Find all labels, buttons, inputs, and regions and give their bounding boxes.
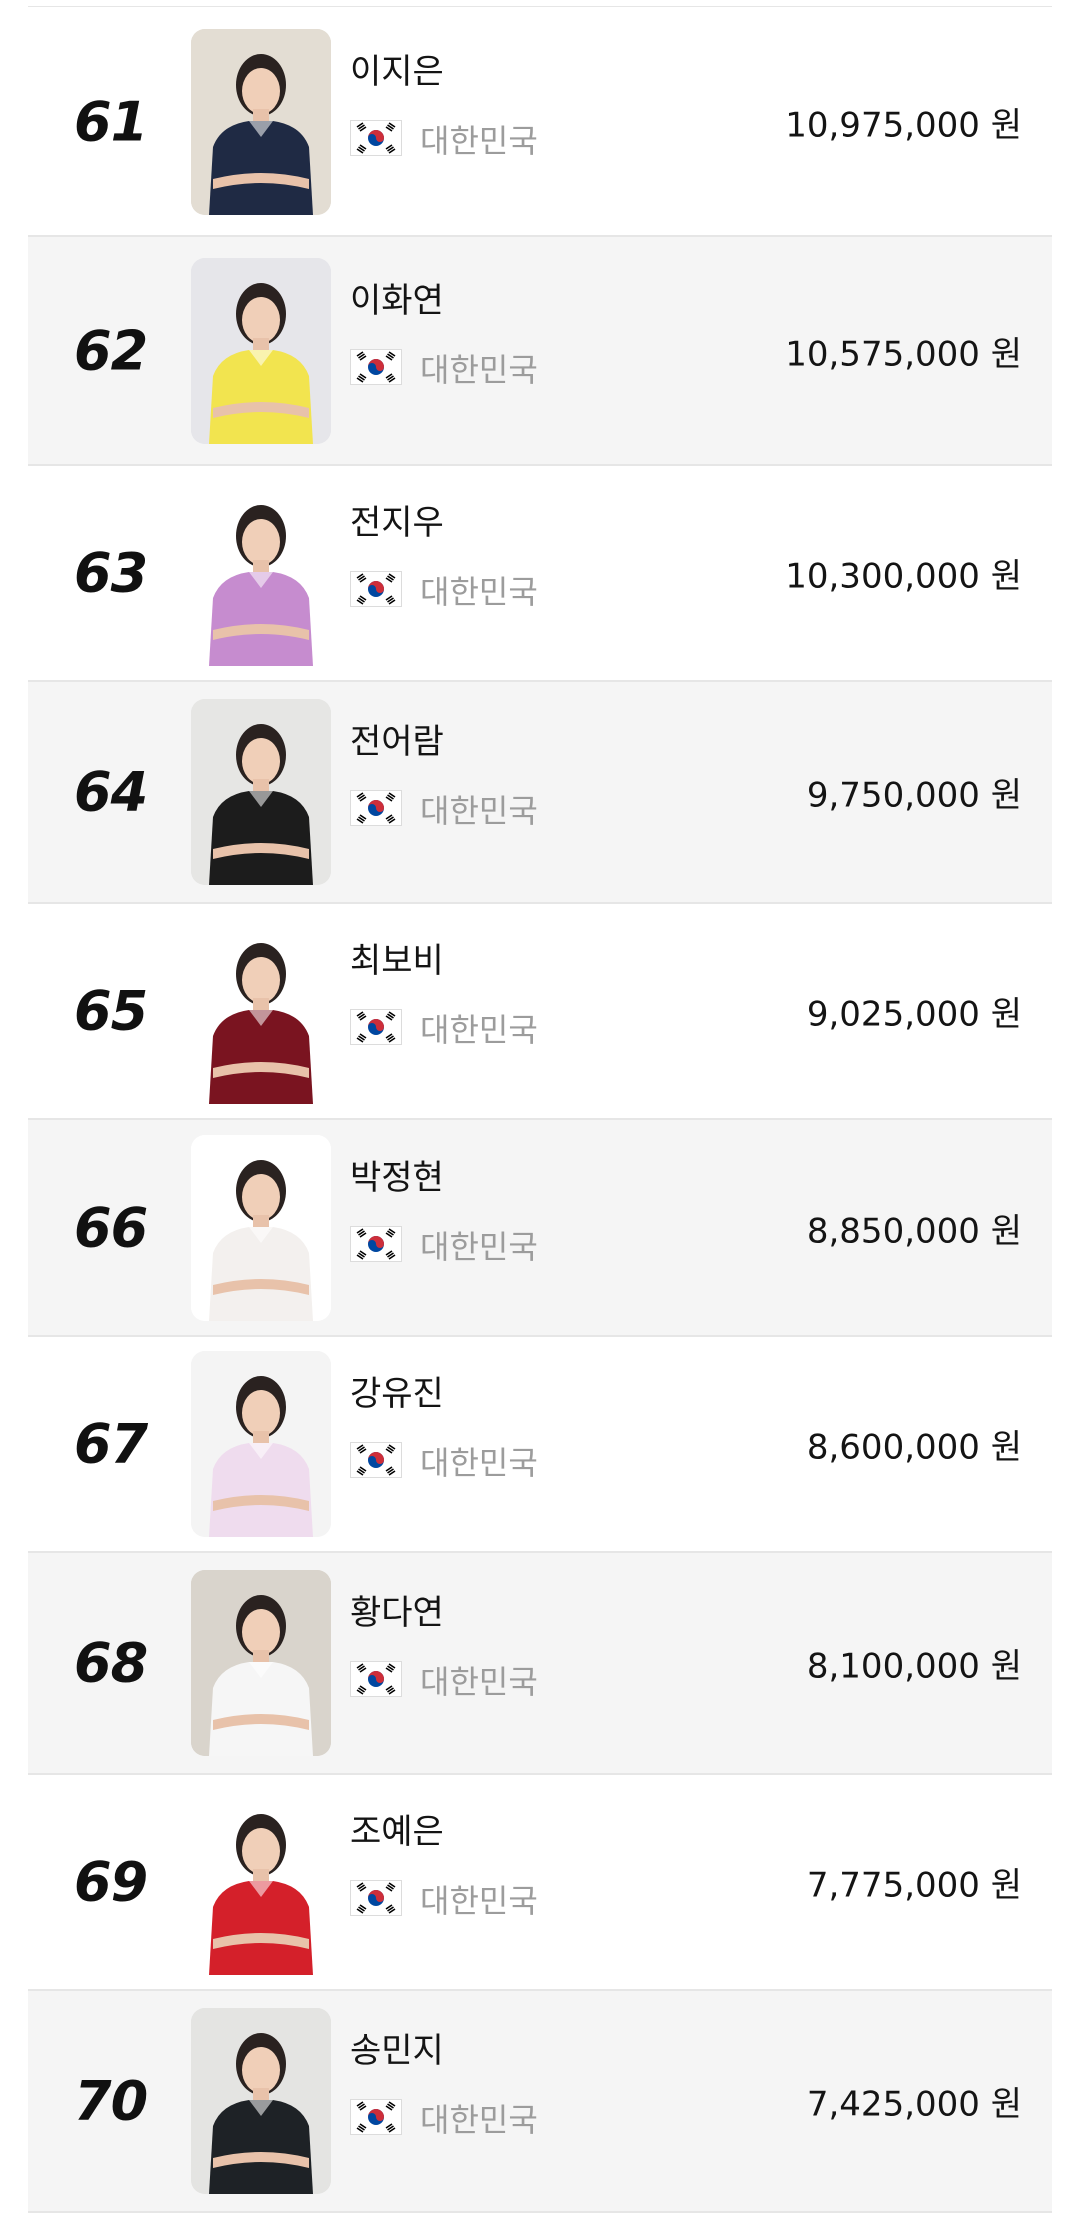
player-country: 대한민국 [420, 2101, 538, 2139]
rank-number: 64 [74, 760, 148, 824]
rank-number: 65 [74, 979, 148, 1043]
prize-money: 8,850,000 원 [806, 1211, 1022, 1251]
player-country: 대한민국 [420, 1011, 538, 1049]
player-row[interactable]: 68 황다연 대한민국 8,100,000 원 [28, 1553, 1052, 1775]
prize-money: 10,300,000 원 [785, 556, 1022, 597]
south-korea-flag-icon [350, 790, 402, 826]
rank-number: 67 [74, 1412, 148, 1476]
player-photo[interactable] [191, 2008, 331, 2194]
player-name[interactable]: 강유진 [350, 1366, 444, 1415]
south-korea-flag-icon [350, 119, 402, 156]
player-name[interactable]: 조예은 [350, 1804, 444, 1853]
player-row[interactable]: 63 전지우 대한민국 10,300,000 원 [28, 466, 1052, 682]
player-name[interactable]: 박정현 [350, 1150, 444, 1199]
prize-money: 10,575,000 원 [785, 334, 1022, 374]
rank-number: 62 [74, 319, 148, 382]
south-korea-flag-icon [350, 1661, 402, 1697]
player-row[interactable]: 67 강유진 대한민국 8,600,000 원 [28, 1337, 1052, 1553]
player-country: 대한민국 [420, 1882, 538, 1920]
south-korea-flag-icon [350, 348, 402, 385]
player-country: 대한민국 [420, 350, 538, 389]
player-name[interactable]: 황다연 [350, 1585, 444, 1634]
rank-number: 68 [74, 1631, 148, 1695]
player-name[interactable]: 전지우 [350, 495, 444, 544]
player-photo[interactable] [191, 1570, 331, 1756]
player-name[interactable]: 이화연 [350, 273, 444, 322]
player-row[interactable]: 62 이화연 대한민국 10,575,000 원 [28, 237, 1052, 466]
player-photo[interactable] [191, 1789, 331, 1975]
rank-number: 63 [74, 541, 148, 605]
south-korea-flag-icon [350, 1225, 402, 1262]
south-korea-flag-icon [350, 2099, 402, 2135]
player-name[interactable]: 전어람 [350, 714, 444, 763]
south-korea-flag-icon [350, 1009, 402, 1045]
player-country: 대한민국 [420, 573, 538, 611]
player-photo[interactable] [191, 1351, 331, 1537]
player-name[interactable]: 최보비 [350, 933, 444, 982]
prize-money: 8,600,000 원 [806, 1427, 1022, 1468]
player-name[interactable]: 송민지 [350, 2023, 444, 2072]
top-divider [28, 6, 1052, 7]
prize-money: 8,100,000 원 [806, 1646, 1022, 1687]
prize-money: 10,975,000 원 [785, 105, 1022, 145]
player-country: 대한민국 [420, 1663, 538, 1701]
player-photo[interactable] [191, 257, 331, 444]
prize-money: 9,750,000 원 [806, 775, 1022, 816]
player-row[interactable]: 65 최보비 대한민국 9,025,000 원 [28, 904, 1052, 1120]
prize-money: 7,425,000 원 [806, 2084, 1022, 2125]
rank-number: 61 [74, 90, 148, 153]
player-row[interactable]: 70 송민지 대한민국 7,425,000 원 [28, 1991, 1052, 2213]
player-name[interactable]: 이지은 [350, 44, 444, 93]
player-row[interactable]: 61 이지은 대한민국 10,975,000 원 [28, 8, 1052, 237]
player-country: 대한민국 [420, 121, 538, 160]
rank-number: 69 [74, 1850, 148, 1914]
prize-money: 9,025,000 원 [806, 994, 1022, 1035]
south-korea-flag-icon [350, 1442, 402, 1478]
player-photo[interactable] [191, 1134, 331, 1321]
player-photo[interactable] [191, 480, 331, 666]
player-country: 대한민국 [420, 792, 538, 830]
south-korea-flag-icon [350, 571, 402, 607]
player-photo[interactable] [191, 918, 331, 1104]
player-photo[interactable] [191, 28, 331, 215]
player-country: 대한민국 [420, 1444, 538, 1482]
player-row[interactable]: 64 전어람 대한민국 9,750,000 원 [28, 682, 1052, 904]
player-country: 대한민국 [420, 1227, 538, 1266]
player-row[interactable]: 66 박정현 대한민국 8,850,000 원 [28, 1120, 1052, 1337]
player-photo[interactable] [191, 699, 331, 885]
ranking-list: 61 이지은 대한민국 10,975,000 원 62 이화연 대한민국 10,… [28, 8, 1052, 2213]
prize-money: 7,775,000 원 [806, 1865, 1022, 1906]
rank-number: 66 [74, 1196, 148, 1259]
south-korea-flag-icon [350, 1880, 402, 1916]
player-row[interactable]: 69 조예은 대한민국 7,775,000 원 [28, 1775, 1052, 1991]
rank-number: 70 [74, 2069, 148, 2133]
